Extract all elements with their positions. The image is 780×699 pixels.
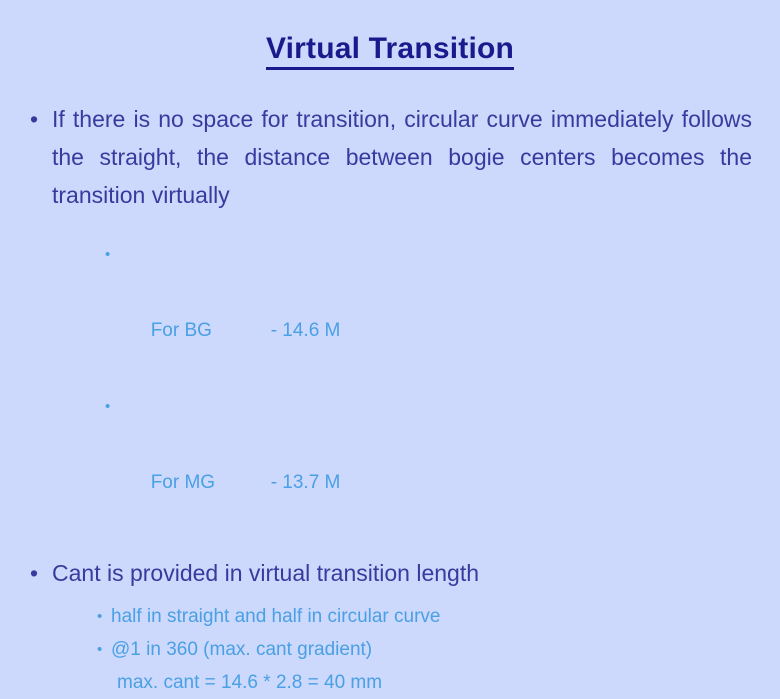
bullet-marker-icon: • [105, 246, 111, 263]
list-item-gauge-mg: • For MG - 13.7 M [105, 388, 780, 540]
list-item-subpoint-1: • half in straight and half in circular … [97, 600, 780, 633]
bullet-item-primary-2: • Cant is provided in virtual transition… [30, 554, 752, 592]
subpoint-text-2: @1 in 360 (max. cant gradient) [111, 639, 373, 660]
calculation-line: max. cant = 14.6 * 2.8 = 40 mm [117, 672, 383, 693]
bullet-marker-icon: • [30, 106, 39, 132]
list-item-gauge-bg: • For BG - 14.6 M [105, 236, 780, 388]
page-title-text: Virtual Transition [265, 33, 515, 70]
page-title: Virtual Transition [0, 33, 780, 70]
slide: Virtual Transition • If there is no spac… [0, 0, 780, 693]
gauge-value-bg: - 14.6 M [270, 320, 341, 341]
list-item-subpoint-2: • @1 in 360 (max. cant gradient) [97, 633, 780, 666]
bullet-marker-icon: • [30, 560, 39, 586]
gauge-value-mg: - 13.7 M [270, 472, 341, 493]
slide-body: • If there is no space for transition, c… [0, 100, 780, 699]
bullet-item-primary-1: • If there is no space for transition, c… [30, 100, 752, 214]
gauge-label-bg: For BG [150, 320, 212, 341]
subpoint-text-1: half in straight and half in circular cu… [111, 606, 441, 627]
bullet-text-primary-2: Cant is provided in virtual transition l… [52, 560, 480, 586]
bullet-text-primary-1: If there is no space for transition, cir… [52, 106, 752, 208]
bullet-marker-icon: • [97, 641, 103, 658]
bullet-marker-icon: • [97, 608, 103, 625]
gauge-label-mg: For MG [150, 472, 216, 493]
bullet-marker-icon: • [105, 398, 111, 415]
